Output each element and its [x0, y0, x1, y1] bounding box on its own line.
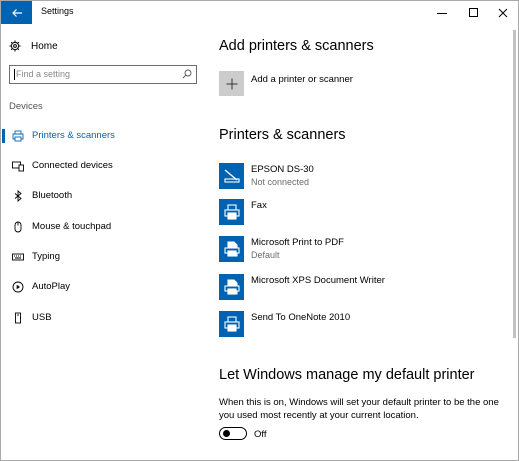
printer-icon [219, 199, 244, 225]
toggle-knob [223, 430, 230, 437]
mouse-icon [12, 221, 24, 233]
printer-name: Send To OneNote 2010 [251, 312, 351, 323]
usb-icon [12, 312, 24, 324]
window-title: Settings [41, 6, 74, 16]
devices-icon [12, 160, 24, 172]
printer-icon [219, 274, 244, 300]
title-bar: Settings [1, 1, 518, 24]
search-placeholder: Find a setting [16, 69, 71, 79]
home-label: Home [31, 40, 58, 52]
section-title: Devices [9, 101, 43, 112]
printers-scanners-heading: Printers & scanners [219, 127, 346, 143]
sidebar-item-label: Mouse & touchpad [32, 221, 112, 232]
sidebar-item-connected-devices[interactable]: Connected devices [1, 157, 206, 175]
default-printer-toggle[interactable] [219, 427, 247, 440]
printer-name: Fax [251, 200, 267, 211]
active-indicator [2, 129, 5, 143]
sidebar-item-label: AutoPlay [32, 281, 71, 292]
settings-window: Settings Home Find a setting Devices Pri… [0, 0, 519, 461]
printer-name: EPSON DS-30 [251, 164, 314, 175]
default-printer-heading: Let Windows manage my default printer [219, 367, 475, 383]
close-icon [498, 8, 508, 17]
list-item[interactable]: Microsoft XPS Document Writer [219, 274, 499, 300]
scroll-thumb[interactable] [513, 30, 516, 338]
sidebar-item-printers-scanners[interactable]: Printers & scanners [1, 127, 206, 145]
bluetooth-icon [12, 190, 24, 202]
sidebar-item-label: Typing [32, 251, 60, 262]
printer-status: Not connected [251, 177, 310, 187]
sidebar: Home Find a setting Devices Printers & s… [1, 24, 206, 460]
gear-icon [9, 40, 21, 52]
search-icon[interactable] [182, 69, 192, 79]
default-printer-description: When this is on, Windows will set your d… [219, 397, 499, 421]
list-item[interactable]: Microsoft Print to PDF Default [219, 236, 499, 262]
sidebar-item-mouse-touchpad[interactable]: Mouse & touchpad [1, 218, 206, 236]
sidebar-item-label: Bluetooth [32, 190, 73, 201]
sidebar-item-bluetooth[interactable]: Bluetooth [1, 187, 206, 205]
add-printer-button[interactable] [219, 71, 244, 96]
printer-status: Default [251, 250, 280, 260]
minimize-icon [437, 12, 447, 14]
printer-name: Microsoft Print to PDF [251, 237, 344, 248]
back-arrow-icon [11, 8, 22, 17]
printer-name: Microsoft XPS Document Writer [251, 275, 385, 286]
printer-icon [12, 130, 24, 142]
home-link[interactable]: Home [9, 38, 58, 54]
sidebar-item-label: Printers & scanners [32, 130, 115, 141]
maximize-button[interactable] [459, 1, 489, 24]
list-item[interactable]: EPSON DS-30 Not connected [219, 163, 499, 189]
sidebar-item-usb[interactable]: USB [1, 309, 206, 327]
sidebar-item-label: Connected devices [32, 160, 113, 171]
add-printer-label[interactable]: Add a printer or scanner [251, 74, 353, 85]
maximize-icon [469, 7, 478, 17]
printer-icon [219, 236, 244, 262]
main-content: Add printers & scanners Add a printer or… [206, 24, 506, 460]
close-button[interactable] [488, 1, 518, 24]
list-item[interactable]: Send To OneNote 2010 [219, 311, 499, 337]
sidebar-item-label: USB [32, 312, 52, 323]
minimize-button[interactable] [427, 1, 457, 24]
keyboard-icon [12, 251, 24, 263]
scrollbar[interactable] [511, 24, 518, 460]
text-caret [14, 69, 15, 80]
back-button[interactable] [1, 1, 32, 24]
sidebar-item-autoplay[interactable]: AutoPlay [1, 278, 206, 296]
autoplay-icon [12, 281, 24, 293]
add-printers-heading: Add printers & scanners [219, 38, 374, 54]
list-item[interactable]: Fax [219, 199, 499, 225]
scanner-icon [219, 163, 244, 189]
toggle-state-label: Off [254, 429, 267, 440]
printer-icon [219, 311, 244, 337]
sidebar-item-typing[interactable]: Typing [1, 248, 206, 266]
search-input[interactable]: Find a setting [9, 65, 197, 84]
plus-icon [226, 78, 237, 89]
